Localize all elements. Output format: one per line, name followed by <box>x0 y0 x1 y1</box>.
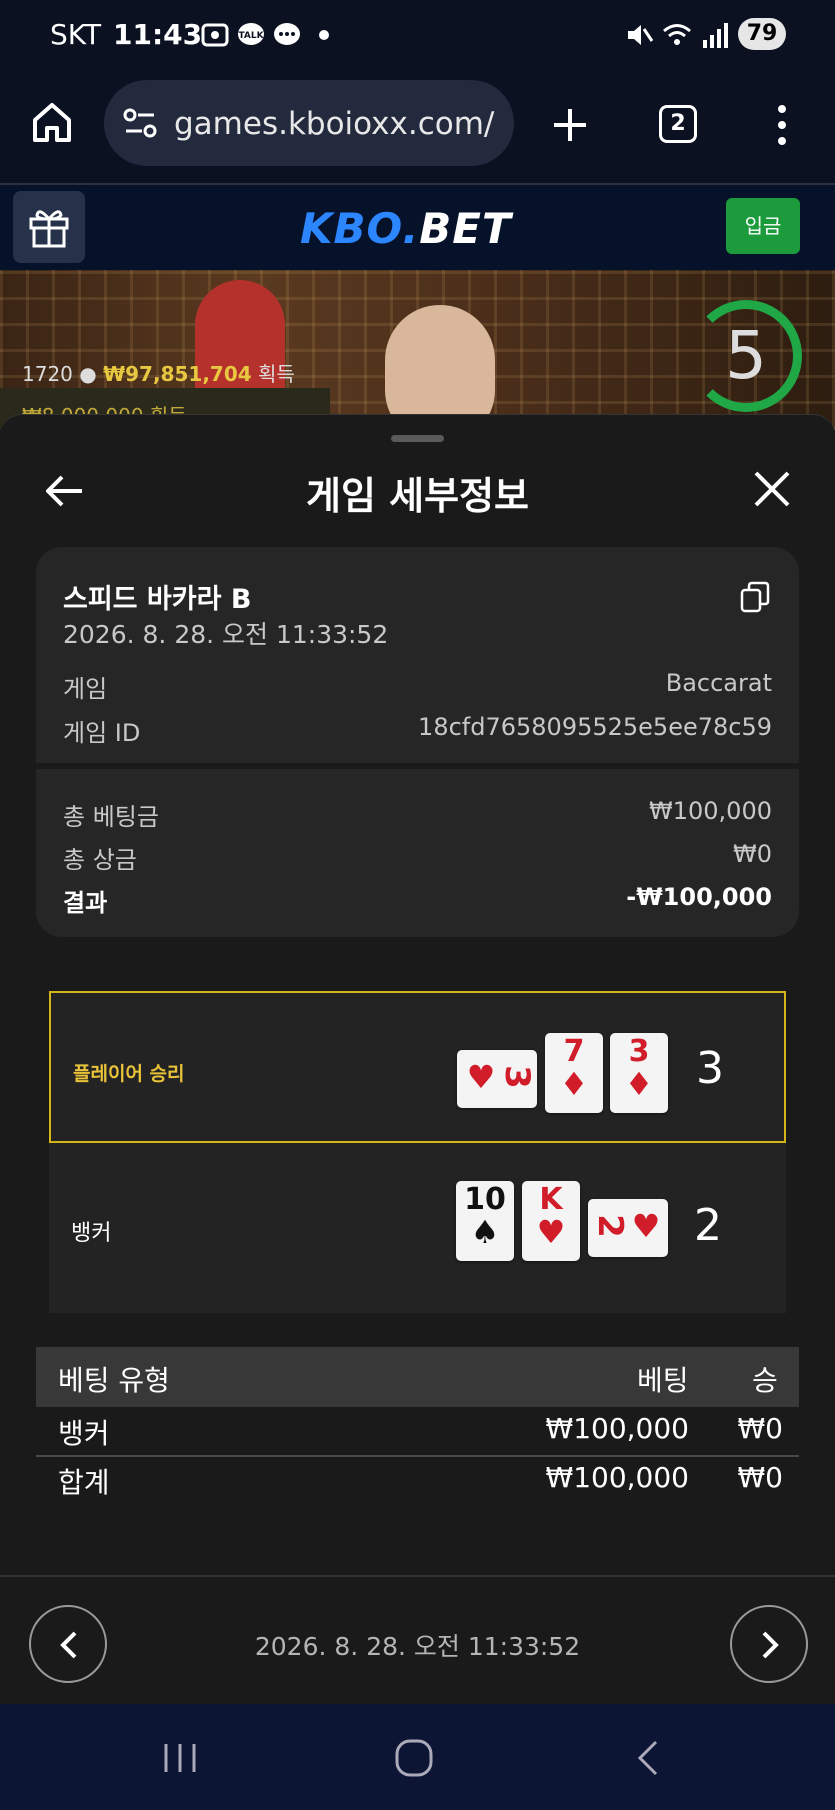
result-value: -₩100,000 <box>626 883 772 911</box>
tab-switcher-button[interactable]: 2 <box>659 105 697 143</box>
countdown-timer: 5 <box>690 300 802 412</box>
info-label-game: 게임 <box>63 675 108 703</box>
playing-card: K ♥ <box>522 1181 580 1261</box>
card-suit: ♥ <box>466 1058 496 1096</box>
winnings-suffix: 획득 <box>258 362 295 386</box>
banker-label: 뱅커 <box>71 1221 112 1246</box>
url-text: games.kboioxx.com/ <box>174 106 495 142</box>
browser-toolbar: games.kboioxx.com/ 2 <box>0 70 835 185</box>
recent-apps-icon[interactable] <box>160 1740 200 1776</box>
playing-card: 7 ♦ <box>545 1033 603 1113</box>
header-bet: 베팅 <box>637 1364 689 1397</box>
player-result-panel: 플레이어 승리 ♥ 3 7 ♦ 3 ♦ 3 <box>49 991 786 1143</box>
more-menu-icon[interactable] <box>772 103 792 147</box>
gift-icon <box>29 210 69 248</box>
site-settings-icon[interactable] <box>122 106 158 140</box>
logo-text-1: KBO. <box>300 204 420 253</box>
svg-text:TALK: TALK <box>238 31 264 41</box>
chevron-right-icon <box>762 1631 779 1659</box>
playing-card: 3 ♦ <box>610 1033 668 1113</box>
banker-score: 2 <box>694 1200 722 1251</box>
header-bet-type: 베팅 유형 <box>58 1364 170 1397</box>
playing-card: ♥ 3 <box>457 1050 537 1108</box>
game-info-card: 스피드 바카라 B 2026. 8. 28. 오전 11:33:52 게임 Ba… <box>36 547 799 937</box>
dealer-figure <box>385 305 495 430</box>
card-rank: 3 <box>628 1034 650 1069</box>
card-rank: 2 <box>589 1214 630 1238</box>
card-rank: K <box>539 1182 563 1217</box>
gift-button[interactable] <box>13 191 85 263</box>
total-row-type: 합계 <box>58 1466 110 1499</box>
mute-icon <box>628 25 654 45</box>
status-bar: SKT 11:43 TALK 79 <box>0 0 835 70</box>
game-name: 스피드 바카라 B <box>63 584 252 615</box>
live-game-banner[interactable]: 1720 ● ₩97,851,704 획득 ₩8,000,000 획득 5 <box>0 270 835 430</box>
game-details-sheet: 게임 세부정보 스피드 바카라 B 2026. 8. 28. 오전 11:33:… <box>0 414 835 1704</box>
kakaotalk-icon: TALK <box>238 23 265 45</box>
card-rank: 7 <box>563 1034 585 1069</box>
info-value-game-id: 18cfd7658095525e5ee78c59 <box>418 713 772 741</box>
next-game-button[interactable] <box>730 1605 808 1683</box>
wifi-icon <box>663 24 691 45</box>
deposit-button[interactable]: 입금 <box>726 198 800 254</box>
winnings-amount: ₩97,851,704 <box>103 362 252 386</box>
footer-divider <box>0 1575 835 1577</box>
player-score: 3 <box>696 1043 724 1094</box>
copy-icon[interactable] <box>740 581 770 613</box>
footer-datetime: 2026. 8. 28. 오전 11:33:52 <box>254 1632 581 1661</box>
info-value-game: Baccarat <box>665 669 772 697</box>
banner-stats: 1720 ● ₩97,851,704 획득 <box>22 358 295 387</box>
card-divider <box>36 763 799 769</box>
playing-card: 10 ♠ <box>456 1181 514 1261</box>
bet-row-type: 뱅커 <box>58 1417 110 1450</box>
clock: 11:43 <box>113 18 203 51</box>
card-rank: 3 <box>497 1065 537 1089</box>
close-icon[interactable] <box>748 465 796 513</box>
total-row-bet: ₩100,000 <box>545 1461 689 1494</box>
bet-row-bet: ₩100,000 <box>545 1412 689 1445</box>
total-bet-label: 총 베팅금 <box>63 803 159 831</box>
total-row-win: ₩0 <box>737 1461 784 1494</box>
sheet-drag-handle[interactable] <box>391 435 444 442</box>
player-result-label: 플레이어 승리 <box>73 1063 185 1085</box>
card-suit: ♥ <box>536 1213 566 1251</box>
card-suit: ♥ <box>631 1207 661 1245</box>
battery-indicator: 79 <box>738 18 786 50</box>
result-label: 결과 <box>63 889 108 917</box>
card-suit: ♠ <box>470 1213 500 1251</box>
address-bar[interactable]: games.kboioxx.com/ <box>104 80 514 166</box>
row-divider <box>36 1455 799 1457</box>
player-count: 1720 <box>22 362 73 386</box>
home-nav-icon[interactable] <box>392 1736 436 1780</box>
playing-card: ♥ 2 <box>588 1199 668 1257</box>
info-label-game-id: 게임 ID <box>63 719 141 747</box>
site-logo[interactable]: KBO.BET <box>300 204 512 253</box>
bet-row-win: ₩0 <box>737 1412 784 1445</box>
message-icon <box>274 23 300 45</box>
signal-icon <box>703 23 728 48</box>
countdown-value: 5 <box>725 317 767 394</box>
game-datetime: 2026. 8. 28. 오전 11:33:52 <box>63 620 389 649</box>
logo-text-2: BET <box>419 204 512 253</box>
user-icon: ● <box>79 362 97 386</box>
card-rank: 10 <box>464 1182 506 1217</box>
system-nav-bar <box>0 1704 835 1810</box>
home-icon[interactable] <box>30 100 74 144</box>
total-prize-value: ₩0 <box>733 840 772 868</box>
dot-icon <box>319 30 329 40</box>
back-nav-icon[interactable] <box>632 1738 662 1778</box>
banker-result-panel: 뱅커 10 ♠ K ♥ ♥ 2 2 <box>49 1143 786 1313</box>
total-prize-label: 총 상금 <box>63 846 137 874</box>
header-win: 승 <box>752 1364 778 1397</box>
screenshot-icon <box>201 23 229 47</box>
site-header: KBO.BET 입금 <box>0 186 835 270</box>
card-suit: ♦ <box>624 1065 654 1103</box>
new-tab-icon[interactable] <box>550 105 590 145</box>
sheet-title: 게임 세부정보 <box>306 474 529 518</box>
carrier-label: SKT <box>50 18 102 51</box>
total-bet-value: ₩100,000 <box>649 797 772 825</box>
card-suit: ♦ <box>559 1065 589 1103</box>
